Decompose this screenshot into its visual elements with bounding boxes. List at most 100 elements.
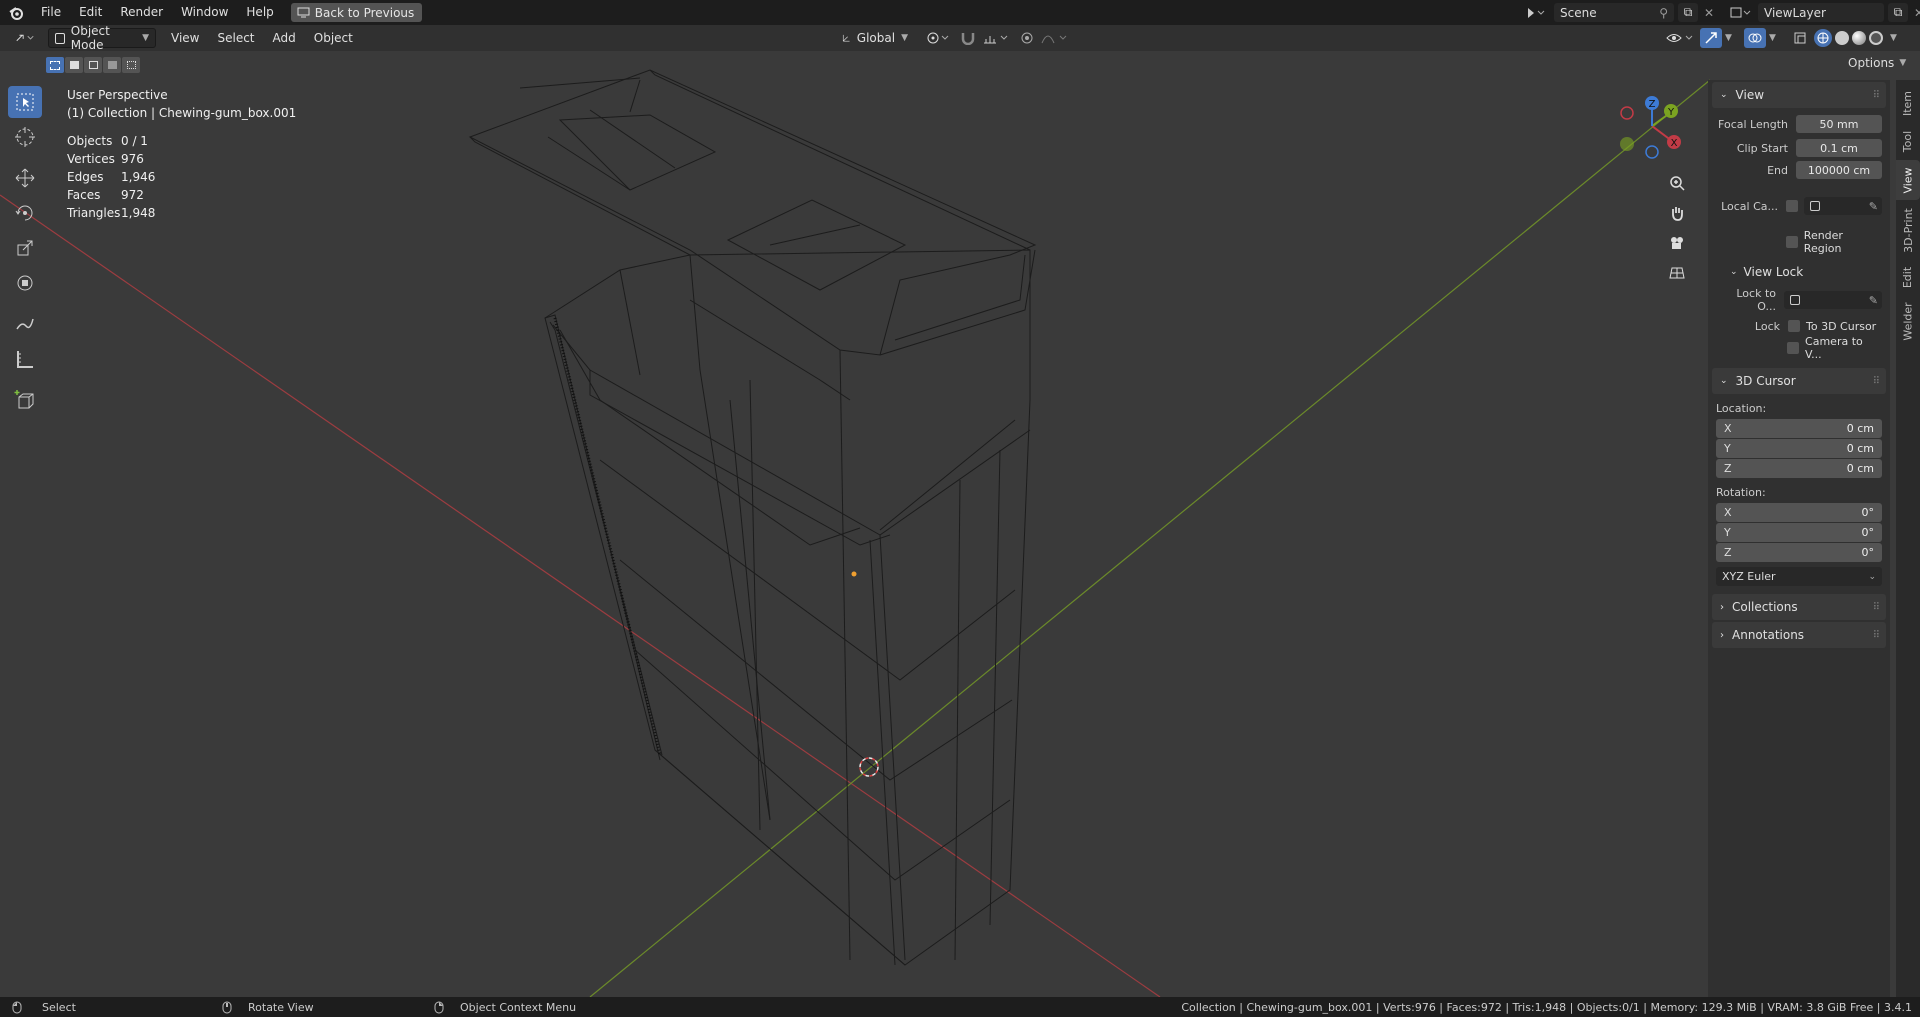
- select-box-tool[interactable]: [8, 86, 42, 118]
- perspective-toggle-button[interactable]: [1664, 260, 1690, 286]
- overlays-toggle[interactable]: [1744, 28, 1766, 48]
- solid-shading-icon[interactable]: [1835, 31, 1849, 45]
- menu-select[interactable]: Select: [208, 26, 263, 51]
- clip-start-field[interactable]: 0.1 cm: [1796, 139, 1882, 157]
- clip-end-field[interactable]: 100000 cm: [1796, 161, 1882, 179]
- camera-view-button[interactable]: [1664, 230, 1690, 256]
- view-section-header[interactable]: ⌄ View ⠿: [1712, 82, 1886, 108]
- tab-welder[interactable]: Welder: [1896, 296, 1920, 346]
- axis-label: X: [1724, 422, 1732, 435]
- select-extend-icon[interactable]: [65, 57, 83, 73]
- 3d-cursor-section-header[interactable]: ⌄ 3D Cursor ⠿: [1712, 368, 1886, 394]
- tab-view[interactable]: View: [1896, 160, 1920, 200]
- tab-edit[interactable]: Edit: [1896, 260, 1920, 294]
- rotation-y-field[interactable]: Y 0°: [1716, 523, 1882, 542]
- snap-target-dropdown[interactable]: [976, 28, 1018, 48]
- eyedropper-icon[interactable]: ✎: [1869, 294, 1878, 307]
- local-camera-checkbox[interactable]: [1786, 200, 1798, 212]
- delete-scene-icon[interactable]: ✕: [1702, 6, 1716, 20]
- menu-edit[interactable]: Edit: [70, 0, 111, 25]
- status-info: Collection | Chewing-gum_box.001 | Verts…: [1181, 1000, 1912, 1014]
- delete-view-layer-icon[interactable]: ✕: [1912, 6, 1920, 20]
- scene-field[interactable]: Scene ⚲: [1554, 3, 1674, 22]
- new-view-layer-button[interactable]: ⧉: [1888, 3, 1908, 22]
- transform-orientation-dropdown[interactable]: Global ▼: [836, 28, 914, 48]
- measure-tool[interactable]: [8, 343, 42, 375]
- scale-tool[interactable]: [8, 232, 42, 264]
- menu-view[interactable]: View: [162, 26, 208, 51]
- gizmo-neg-x: [1620, 106, 1634, 120]
- chevron-down-icon[interactable]: ▼: [1725, 33, 1732, 43]
- rotation-x-field[interactable]: X 0°: [1716, 503, 1882, 522]
- navigation-gizmo[interactable]: X Y Z: [1612, 92, 1688, 168]
- gizmo-toggle[interactable]: [1700, 28, 1722, 48]
- location-x-field[interactable]: X 0 cm: [1716, 419, 1882, 438]
- mode-dropdown[interactable]: Object Mode ▼: [48, 24, 156, 52]
- lock-to-object-field[interactable]: ✎: [1784, 291, 1882, 309]
- collections-section-header[interactable]: › Collections ⠿: [1712, 594, 1886, 620]
- zoom-button[interactable]: [1664, 170, 1690, 196]
- visibility-dropdown[interactable]: [1660, 28, 1702, 48]
- stat-value: 1,948: [121, 206, 156, 220]
- eyedropper-icon[interactable]: ✎: [1869, 200, 1878, 213]
- drag-handle-icon[interactable]: ⠿: [1873, 602, 1880, 613]
- chevron-down-icon[interactable]: ▼: [1890, 33, 1897, 43]
- add-cube-tool[interactable]: [8, 384, 42, 416]
- location-y-field[interactable]: Y 0 cm: [1716, 439, 1882, 458]
- editor-type-button[interactable]: [8, 28, 42, 48]
- proportional-editing-toggle[interactable]: [1014, 28, 1074, 48]
- top-bar: File Edit Render Window Help Back to Pre…: [0, 0, 1920, 25]
- location-z-field[interactable]: Z 0 cm: [1716, 459, 1882, 478]
- tab-tool[interactable]: Tool: [1896, 124, 1920, 158]
- select-invert-icon[interactable]: [103, 57, 121, 73]
- annotations-section-header[interactable]: › Annotations ⠿: [1712, 622, 1886, 648]
- 3d-viewport[interactable]: User Perspective (1) Collection | Chewin…: [0, 51, 1920, 997]
- drag-handle-icon[interactable]: ⠿: [1873, 90, 1880, 101]
- menu-help[interactable]: Help: [237, 0, 282, 25]
- material-shading-icon[interactable]: [1852, 31, 1866, 45]
- object-icon: [1790, 295, 1800, 305]
- wireframe-shading-icon[interactable]: [1814, 29, 1832, 47]
- menu-window[interactable]: Window: [172, 0, 237, 25]
- scene-icon[interactable]: [1522, 4, 1550, 22]
- transform-tool[interactable]: [8, 267, 42, 299]
- mouse-middle-icon: [222, 1001, 232, 1013]
- pin-icon[interactable]: ⚲: [1659, 6, 1668, 20]
- xray-toggle[interactable]: [1790, 28, 1810, 48]
- rendered-shading-icon[interactable]: [1869, 31, 1883, 45]
- blender-logo-icon[interactable]: [0, 5, 32, 21]
- chevron-down-icon[interactable]: ▼: [1769, 33, 1776, 43]
- select-intersect-icon[interactable]: [122, 57, 140, 73]
- tab-3d-print[interactable]: 3D-Print: [1896, 202, 1920, 258]
- camera-to-view-checkbox[interactable]: [1787, 342, 1800, 354]
- view-layer-icon[interactable]: [1728, 4, 1754, 22]
- view-layer-field[interactable]: ViewLayer: [1758, 3, 1884, 22]
- select-new-icon[interactable]: [46, 57, 64, 73]
- tab-item[interactable]: Item: [1896, 84, 1920, 122]
- focal-length-field[interactable]: 50 mm: [1796, 115, 1882, 133]
- local-camera-field[interactable]: ✎: [1804, 197, 1882, 215]
- back-to-previous-button[interactable]: Back to Previous: [290, 3, 423, 22]
- menu-object[interactable]: Object: [305, 26, 362, 51]
- menu-add[interactable]: Add: [264, 26, 305, 51]
- to-3d-cursor-checkbox[interactable]: [1788, 320, 1800, 332]
- local-camera-label: Local Ca...: [1721, 199, 1778, 213]
- rotation-z-field[interactable]: Z 0°: [1716, 543, 1882, 562]
- menu-render[interactable]: Render: [111, 0, 172, 25]
- view-lock-title: View Lock: [1743, 265, 1804, 279]
- render-region-checkbox[interactable]: [1786, 236, 1798, 248]
- rotate-tool[interactable]: [8, 197, 42, 229]
- drag-handle-icon[interactable]: ⠿: [1873, 376, 1880, 387]
- menu-file[interactable]: File: [32, 0, 70, 25]
- select-subtract-icon[interactable]: [84, 57, 102, 73]
- object-icon: [1810, 201, 1820, 211]
- view-lock-header[interactable]: ⌄ View Lock: [1730, 262, 1882, 282]
- pan-button[interactable]: [1664, 200, 1690, 226]
- annotate-tool[interactable]: [8, 308, 42, 340]
- rotation-mode-dropdown[interactable]: XYZ Euler ⌄: [1716, 567, 1882, 586]
- drag-handle-icon[interactable]: ⠿: [1873, 630, 1880, 641]
- new-scene-button[interactable]: ⧉: [1678, 3, 1698, 22]
- move-tool[interactable]: [8, 162, 42, 194]
- options-dropdown[interactable]: Options ▼: [1848, 56, 1906, 70]
- cursor-tool[interactable]: [8, 121, 42, 153]
